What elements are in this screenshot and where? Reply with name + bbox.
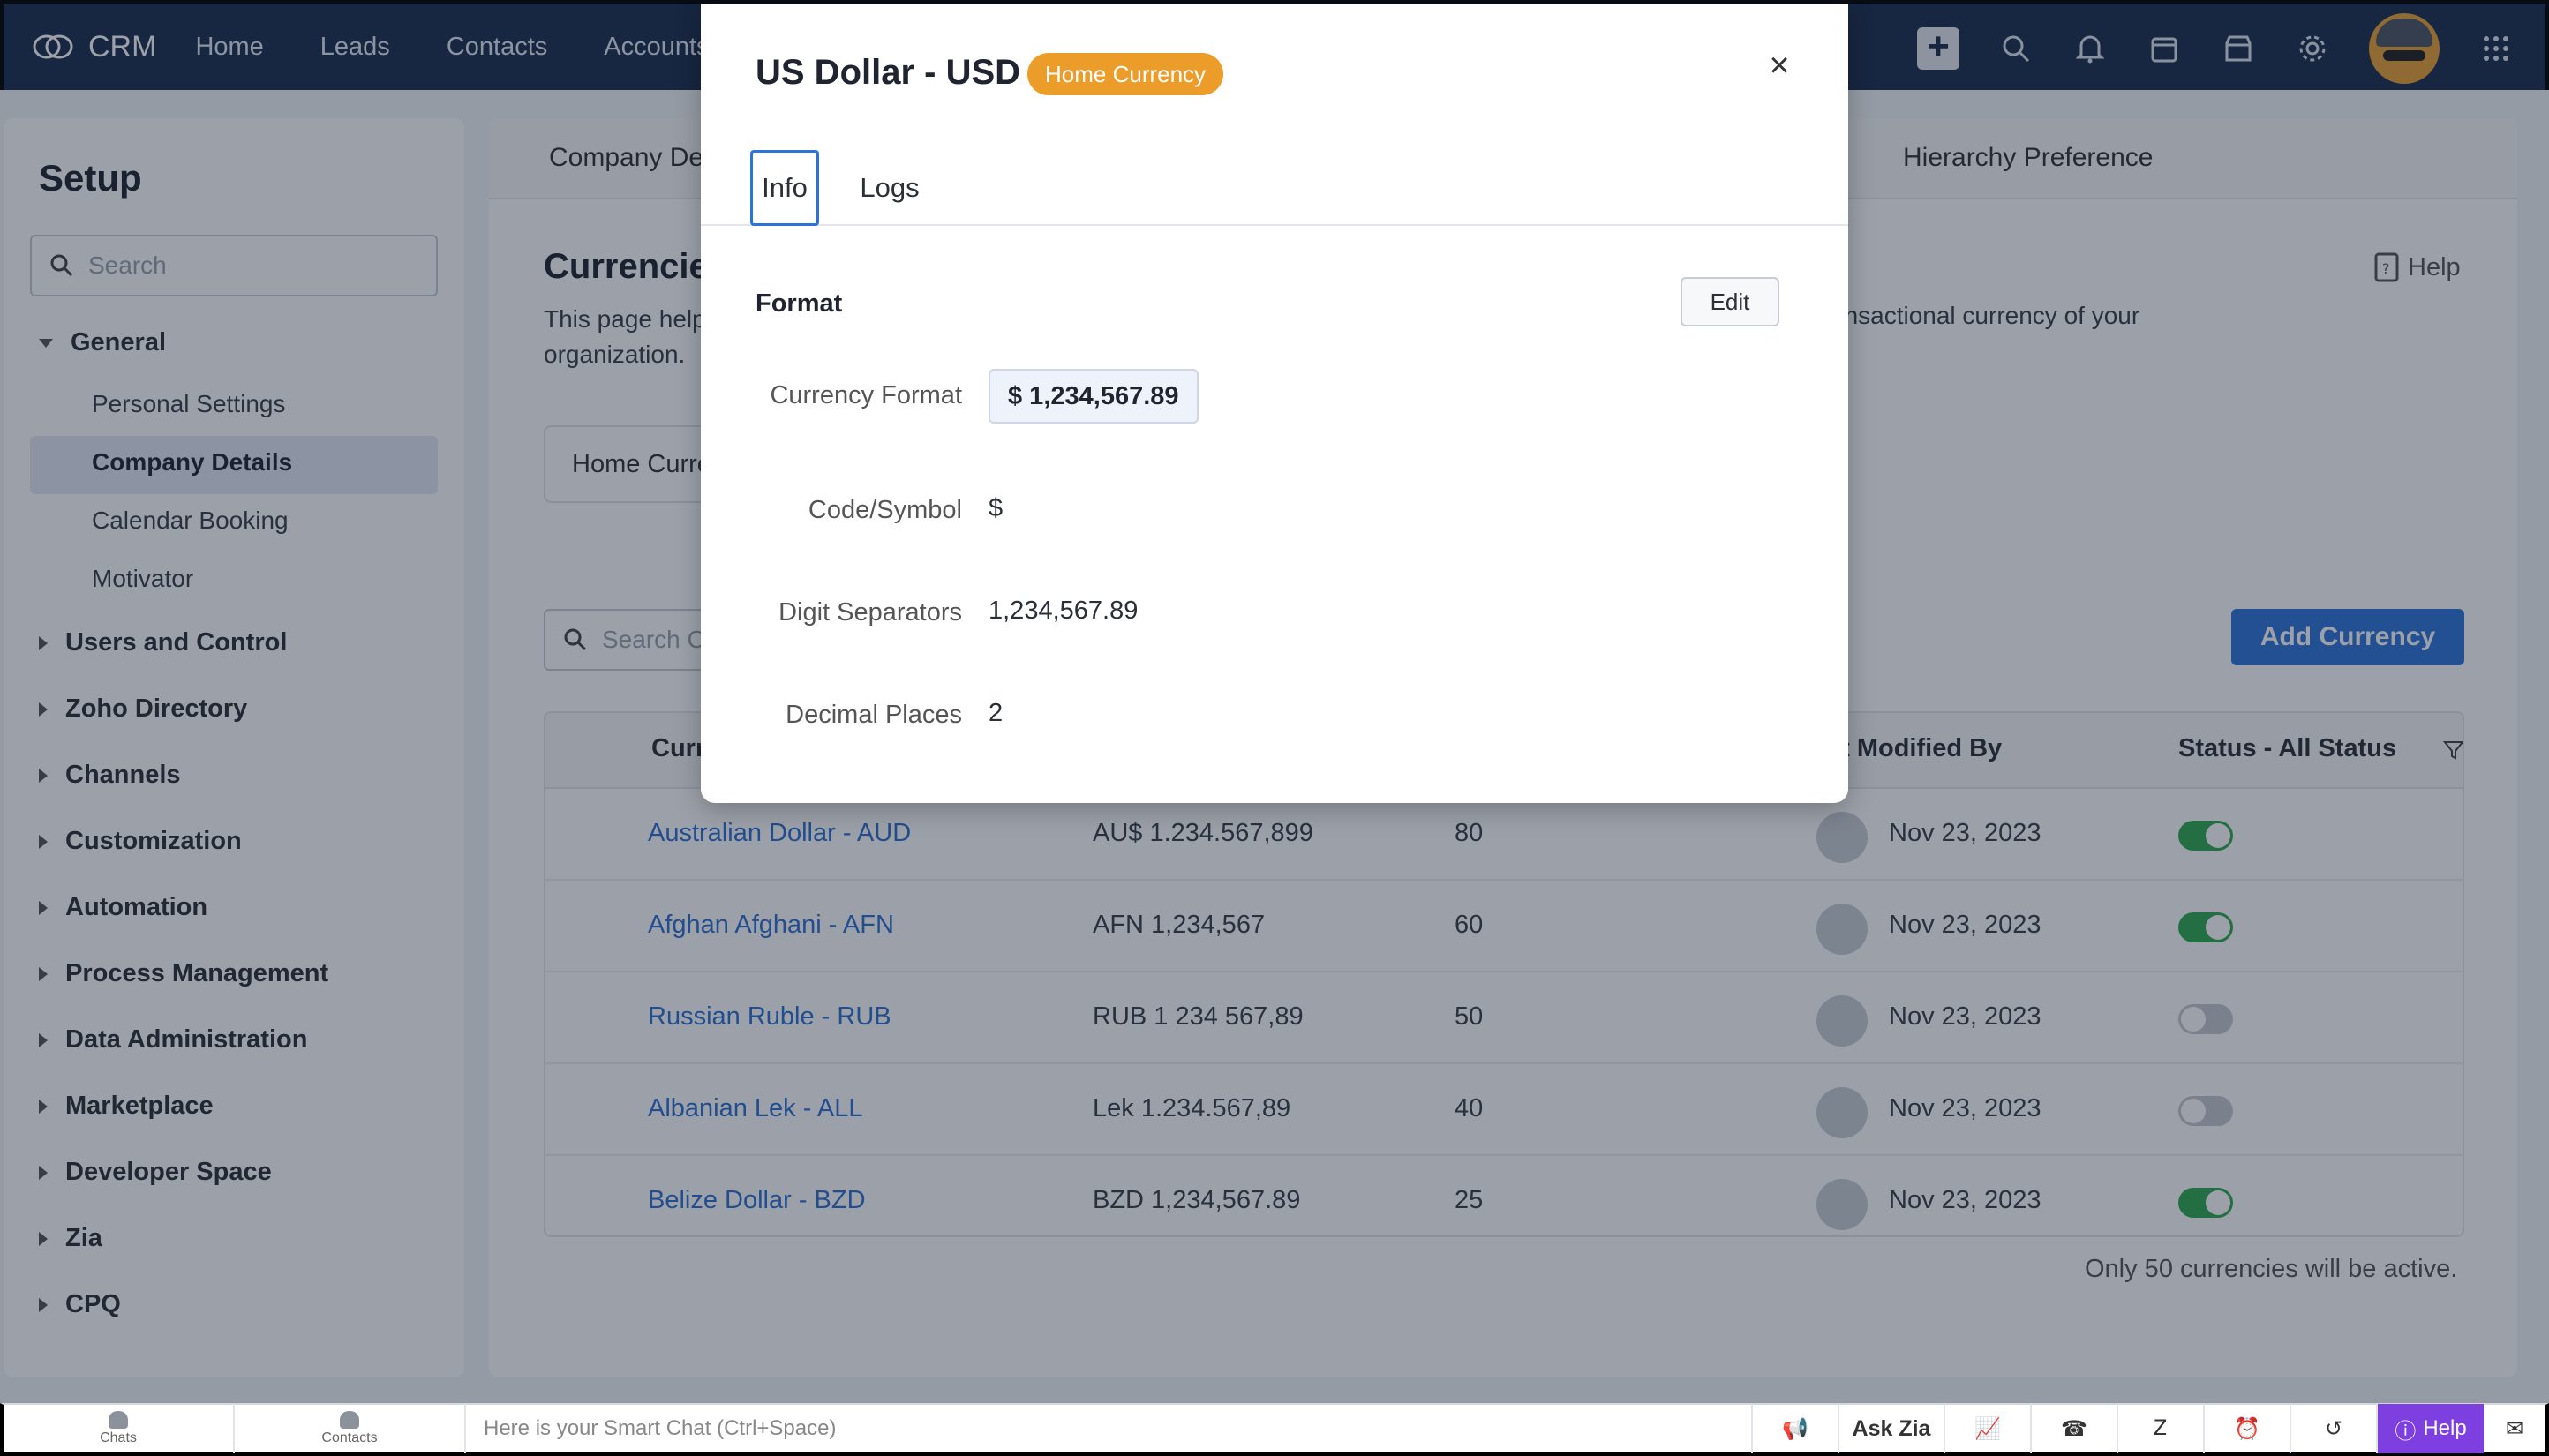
tab-info[interactable]: Info — [750, 150, 819, 226]
help-circle-icon: ⓘ — [2395, 1419, 2417, 1444]
smart-chat-placeholder: Here is your Smart Chat (Ctrl+Space) — [484, 1416, 837, 1440]
modal-tabs: Info Logs — [701, 146, 1848, 226]
close-icon[interactable]: × — [1762, 48, 1797, 83]
phone-icon[interactable]: ☎ — [2032, 1404, 2118, 1453]
zia-icon[interactable]: Ꮓ — [2118, 1404, 2205, 1453]
home-currency-badge: Home Currency — [1027, 53, 1224, 95]
chat-icon — [109, 1411, 128, 1429]
modal-title: US Dollar - USD — [756, 53, 1021, 92]
contacts-label: Contacts — [321, 1430, 378, 1445]
contacts-icon — [340, 1411, 359, 1429]
code-symbol-label: Code/Symbol — [808, 496, 962, 524]
decimal-places-label: Decimal Places — [786, 701, 962, 729]
feedback-icon[interactable]: ✉ — [2484, 1404, 2545, 1453]
ask-zia-button[interactable]: Ask Zia — [1839, 1404, 1945, 1453]
alarm-icon[interactable]: ⏰ — [2205, 1404, 2291, 1453]
smart-chat-input[interactable]: Here is your Smart Chat (Ctrl+Space) — [466, 1404, 1753, 1453]
contacts-button[interactable]: Contacts — [235, 1404, 466, 1453]
digit-separators-label: Digit Separators — [778, 598, 962, 627]
chats-button[interactable]: Chats — [4, 1404, 235, 1453]
currency-format-value: $ 1,234,567.89 — [989, 369, 1199, 424]
chats-label: Chats — [100, 1430, 137, 1445]
currency-format-label: Currency Format — [770, 381, 962, 409]
tab-logs[interactable]: Logs — [854, 150, 925, 226]
help-button-label: Help — [2423, 1416, 2467, 1440]
edit-button[interactable]: Edit — [1681, 277, 1779, 326]
decimal-places-value: 2 — [989, 699, 1004, 727]
analytics-icon[interactable]: 📈 — [1945, 1404, 2032, 1453]
format-section-title: Format — [756, 289, 843, 318]
history-icon[interactable]: ↺ — [2291, 1404, 2378, 1453]
code-symbol-value: $ — [989, 494, 1004, 522]
megaphone-icon[interactable]: 📢 — [1753, 1404, 1839, 1453]
currency-detail-modal: US Dollar - USD Home Currency × Info Log… — [701, 4, 1848, 803]
digit-separators-value: 1,234,567.89 — [989, 597, 1139, 625]
help-button[interactable]: ⓘ Help — [2378, 1404, 2484, 1453]
bottom-bar: Chats Contacts Here is your Smart Chat (… — [0, 1403, 2549, 1456]
